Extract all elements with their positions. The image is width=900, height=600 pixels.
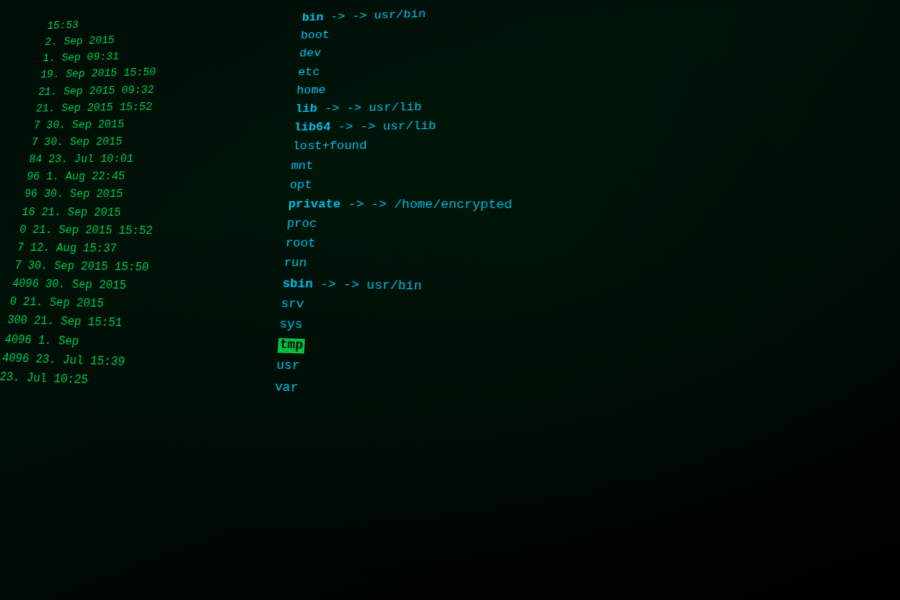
dir-name: srv [280, 297, 304, 312]
arrow-indicator: -> -> usr/bin [323, 8, 426, 24]
dir-name: lost+found [292, 140, 367, 154]
dir-name: proc [286, 218, 317, 232]
right-line: private -> -> /home/encrypted [288, 195, 513, 216]
arrow-indicator: -> -> usr/lib [317, 101, 422, 116]
left-column: 15:53 2. Sep 2015 1. Sep 09:31 19. Sep 2… [0, 2, 299, 398]
right-column: bin -> -> usr/bin boot dev etc home lib -> ->… [269, 0, 516, 407]
left-line: 7 30. Sep 2015 [30, 131, 289, 151]
terminal-content: 15:53 2. Sep 2015 1. Sep 09:31 19. Sep 2… [0, 0, 900, 600]
symlink-name: private [288, 198, 341, 212]
dir-name: home [296, 84, 326, 98]
left-line: 16 21. Sep 2015 [21, 203, 284, 222]
dir-name: opt [289, 179, 312, 193]
left-line: 96 1. Aug 22:45 [26, 168, 287, 186]
symlink-name: bin [302, 12, 324, 25]
output-container: 15:53 2. Sep 2015 1. Sep 09:31 19. Sep 2… [0, 0, 900, 427]
left-line: 0 21. Sep 2015 15:52 [18, 221, 282, 241]
dir-name: dev [299, 48, 322, 61]
arrow-indicator: -> -> usr/lib [330, 120, 436, 135]
dir-name: var [274, 380, 298, 396]
right-line: mnt [290, 156, 513, 176]
dir-name: boot [300, 29, 330, 43]
dir-name: run [283, 257, 307, 272]
right-line: opt [289, 175, 513, 195]
dir-name: sys [279, 318, 303, 333]
dir-name: etc [298, 66, 321, 79]
arrow-indicator: -> -> /home/encrypted [340, 198, 512, 213]
dir-name: mnt [291, 159, 314, 173]
right-line: proc [286, 215, 512, 237]
symlink-name: sbin [282, 277, 313, 292]
highlighted-entry: tmp [277, 338, 305, 354]
right-line: lib64 -> -> usr/lib [293, 116, 514, 138]
symlink-name: lib [295, 103, 318, 117]
right-line: root [285, 234, 512, 257]
terminal-window: 15:53 2. Sep 2015 1. Sep 09:31 19. Sep 2… [0, 0, 900, 600]
dir-name: root [285, 237, 316, 251]
arrow-indicator: -> -> usr/bin [312, 278, 422, 294]
left-line: 84 23. Jul 10:01 [28, 149, 288, 168]
right-line: lost+found [292, 136, 514, 157]
symlink-name: lib64 [293, 121, 331, 135]
dir-name: usr [276, 359, 300, 375]
left-line: 96 30. Sep 2015 [23, 186, 285, 204]
